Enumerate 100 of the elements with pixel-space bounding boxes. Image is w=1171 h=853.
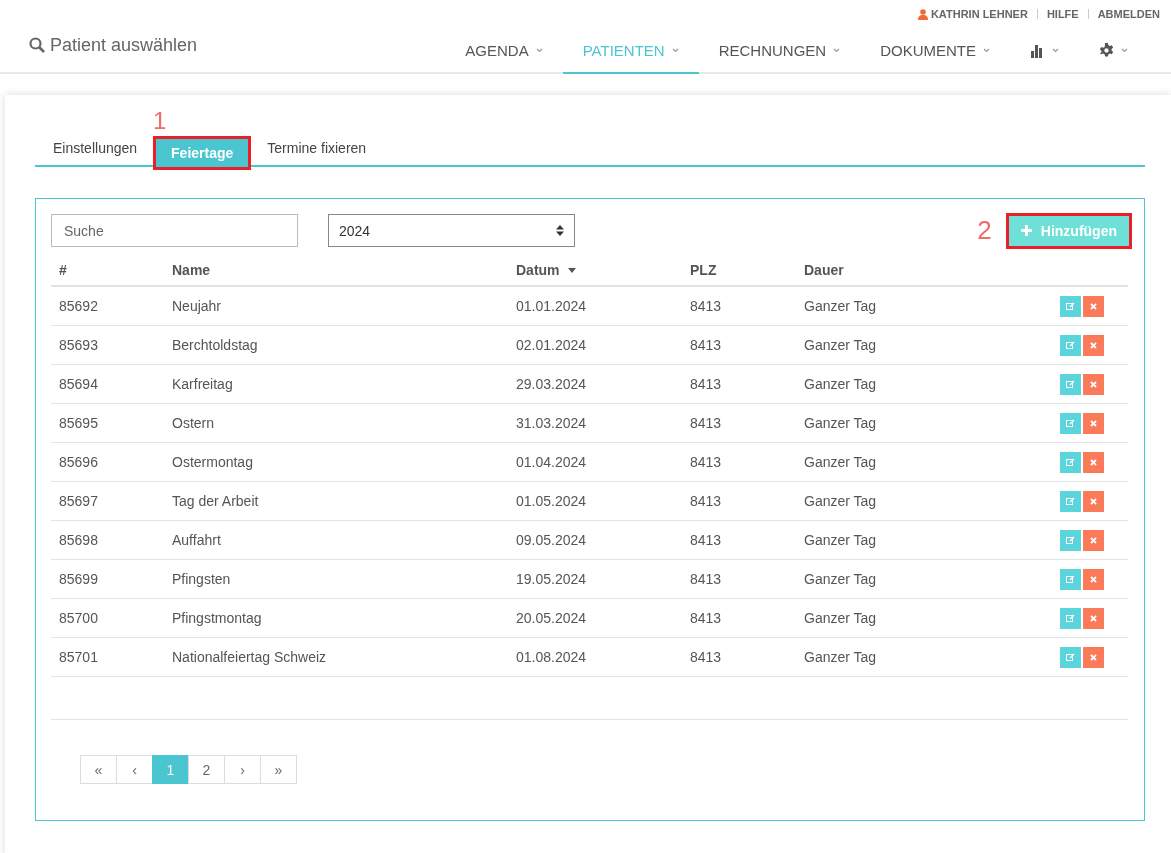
caret-icon xyxy=(535,48,543,53)
page-link[interactable]: 2 xyxy=(188,755,225,784)
table-cell: 8413 xyxy=(690,415,722,431)
plus-icon xyxy=(1020,225,1032,236)
column-header[interactable]: Name xyxy=(172,262,211,278)
patient-search[interactable]: Patient auswählen xyxy=(29,34,198,56)
table-cell: Tag der Arbeit xyxy=(172,493,259,509)
delete-button[interactable] xyxy=(1083,490,1104,512)
edit-button[interactable] xyxy=(1060,646,1081,668)
table-cell: 8413 xyxy=(690,571,722,587)
table-cell: 85694 xyxy=(59,376,98,392)
table-cell: Ostern xyxy=(172,415,214,431)
close-icon xyxy=(1090,302,1097,310)
table-cell: Ganzer Tag xyxy=(804,532,877,548)
close-icon xyxy=(1090,536,1097,544)
column-header[interactable]: # xyxy=(59,262,67,278)
table-cell: 8413 xyxy=(690,454,722,470)
table-cell: 85697 xyxy=(59,493,98,509)
nav-tab[interactable]: RECHNUNGEN xyxy=(698,21,861,74)
close-icon xyxy=(1090,458,1097,466)
year-select[interactable]: 2024 xyxy=(328,214,575,247)
table-cell: Ganzer Tag xyxy=(804,376,877,392)
header-link[interactable]: HILFE xyxy=(1046,8,1079,20)
table-cell: Ganzer Tag xyxy=(804,493,877,509)
table-cell: Ganzer Tag xyxy=(804,571,877,587)
delete-button[interactable] xyxy=(1083,295,1104,317)
edit-icon xyxy=(1066,653,1075,661)
close-icon xyxy=(1090,575,1097,583)
delete-button[interactable] xyxy=(1083,412,1104,434)
table-cell: Ostermontag xyxy=(172,454,253,470)
close-icon xyxy=(1090,497,1097,505)
delete-button[interactable] xyxy=(1083,373,1104,395)
delete-button[interactable] xyxy=(1083,529,1104,551)
page-link[interactable]: » xyxy=(260,755,297,784)
delete-button[interactable] xyxy=(1083,451,1104,473)
table-cell: Ganzer Tag xyxy=(804,454,877,470)
edit-button[interactable] xyxy=(1060,295,1081,317)
search-field[interactable]: Suche xyxy=(51,214,298,247)
table-cell: 29.03.2024 xyxy=(516,376,587,392)
tab[interactable]: Termine fixieren xyxy=(257,134,377,162)
page-link[interactable]: › xyxy=(224,755,261,784)
edit-icon xyxy=(1066,536,1075,544)
edit-icon xyxy=(1066,380,1075,388)
edit-button[interactable] xyxy=(1060,334,1081,356)
caret-icon xyxy=(833,48,841,53)
table-cell: Ganzer Tag xyxy=(804,415,877,431)
table-cell: 85693 xyxy=(59,337,98,353)
edit-icon xyxy=(1066,419,1075,427)
table-cell: 85695 xyxy=(59,415,98,431)
nav-tab[interactable]: AGENDA xyxy=(445,21,563,74)
tab[interactable]: Einstellungen xyxy=(43,134,148,162)
table-cell: Pfingsten xyxy=(172,571,231,587)
table-cell: 85701 xyxy=(59,649,98,665)
table-cell: Auffahrt xyxy=(172,532,221,548)
table-cell: 8413 xyxy=(690,532,722,548)
caret-icon xyxy=(1052,48,1059,53)
table-cell: 01.08.2024 xyxy=(516,649,587,665)
table-cell: 20.05.2024 xyxy=(516,610,587,626)
edit-button[interactable] xyxy=(1060,490,1081,512)
edit-icon xyxy=(1066,575,1075,583)
column-header[interactable]: Dauer xyxy=(804,262,844,278)
nav-tab[interactable]: DOKUMENTE xyxy=(860,21,1010,74)
edit-button[interactable] xyxy=(1060,373,1081,395)
column-header[interactable]: Datum xyxy=(516,262,576,278)
annotation-number: 1 xyxy=(153,109,167,133)
table-cell: 8413 xyxy=(690,610,722,626)
edit-button[interactable] xyxy=(1060,529,1081,551)
close-icon xyxy=(1090,419,1097,427)
table-cell: 8413 xyxy=(690,337,722,353)
table-cell: Ganzer Tag xyxy=(804,298,877,314)
header-link[interactable]: ABMELDEN xyxy=(1097,8,1160,20)
column-header[interactable]: PLZ xyxy=(690,262,717,278)
delete-button[interactable] xyxy=(1083,607,1104,629)
close-icon xyxy=(1090,341,1097,349)
user-icon xyxy=(917,8,928,20)
settings-icon xyxy=(1099,43,1114,58)
table-cell: Pfingstmontag xyxy=(172,610,262,626)
close-icon xyxy=(1090,653,1097,661)
edit-button[interactable] xyxy=(1060,412,1081,434)
delete-button[interactable] xyxy=(1083,646,1104,668)
delete-button[interactable] xyxy=(1083,334,1104,356)
table-cell: 01.01.2024 xyxy=(516,298,587,314)
table-cell: Berchtoldstag xyxy=(172,337,258,353)
edit-button[interactable] xyxy=(1060,568,1081,590)
edit-icon xyxy=(1066,341,1075,349)
bar-chart-icon xyxy=(1030,43,1045,58)
page-link[interactable]: « xyxy=(80,755,117,784)
user-name[interactable]: KATHRIN LEHNER xyxy=(930,8,1028,20)
delete-button[interactable] xyxy=(1083,568,1104,590)
table-cell: 01.05.2024 xyxy=(516,493,587,509)
annotation-number: 2 xyxy=(977,215,992,246)
caret-icon xyxy=(671,48,679,53)
table-cell: Neujahr xyxy=(172,298,222,314)
edit-button[interactable] xyxy=(1060,607,1081,629)
table-cell: 8413 xyxy=(690,298,722,314)
edit-button[interactable] xyxy=(1060,451,1081,473)
table-cell: Ganzer Tag xyxy=(804,337,877,353)
close-icon xyxy=(1090,380,1097,388)
table-cell: 09.05.2024 xyxy=(516,532,587,548)
table-cell: 85692 xyxy=(59,298,98,314)
